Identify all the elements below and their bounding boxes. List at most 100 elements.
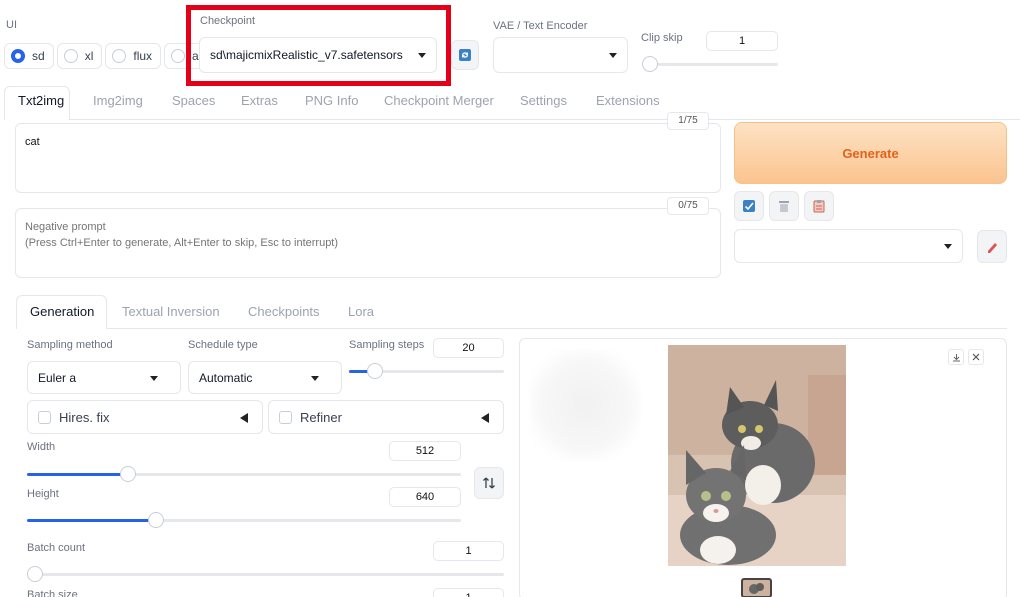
tab-spaces[interactable]: Spaces <box>172 93 215 108</box>
slider-thumb[interactable] <box>367 363 383 379</box>
hires-fix-label: Hires. fix <box>59 409 110 425</box>
vae-label: VAE / Text Encoder <box>493 20 588 32</box>
tab-png-info[interactable]: PNG Info <box>305 93 358 108</box>
schedule-type-dropdown[interactable]: Automatic <box>188 361 342 394</box>
height-slider[interactable] <box>27 512 461 528</box>
close-icon <box>972 353 980 361</box>
trash-icon <box>779 201 789 212</box>
sampling-method-dropdown[interactable]: Euler a <box>27 361 181 394</box>
subtab-lora[interactable]: Lora <box>348 304 374 319</box>
paste-button[interactable] <box>804 191 834 221</box>
width-input[interactable]: 512 <box>389 441 461 461</box>
refresh-checkpoint-button[interactable] <box>451 40 479 70</box>
radio-icon[interactable] <box>63 49 78 63</box>
subtab-textual-inversion[interactable]: Textual Inversion <box>122 304 220 319</box>
generate-button[interactable]: Generate <box>734 122 1007 184</box>
checkpoint-label: Checkpoint <box>200 15 256 27</box>
sampling-steps-label: Sampling steps <box>349 339 425 351</box>
width-slider[interactable] <box>27 466 461 482</box>
tab-divider <box>70 119 1020 120</box>
sampling-steps-slider[interactable] <box>349 363 504 379</box>
swap-icon <box>483 477 495 489</box>
apply-styles-button[interactable] <box>734 191 764 221</box>
slider-track <box>643 63 778 66</box>
download-image-button[interactable] <box>948 349 964 365</box>
subtab-divider <box>107 328 1007 329</box>
ui-option-sd[interactable]: sd <box>4 43 54 69</box>
subtab-generation[interactable]: Generation <box>30 304 94 319</box>
ui-radio-group: sd xl flux all <box>4 43 214 69</box>
cat-thumbnail-image <box>749 583 764 594</box>
sampling-method-label: Sampling method <box>27 339 113 351</box>
refiner-accordion[interactable]: Refiner <box>268 400 504 434</box>
image-placeholder-blur <box>530 350 640 460</box>
checkpoint-value: sd\majicmixRealistic_v7.safetensors <box>210 48 403 62</box>
ui-label: UI <box>6 19 17 31</box>
ui-option-flux[interactable]: flux <box>105 43 162 69</box>
clip-skip-label: Clip skip <box>641 32 683 44</box>
sampling-method-value: Euler a <box>38 370 77 385</box>
batch-count-label: Batch count <box>27 542 86 554</box>
generated-image[interactable] <box>668 345 846 566</box>
edit-styles-button[interactable] <box>977 230 1007 263</box>
pencil-icon <box>988 242 997 253</box>
tab-extras[interactable]: Extras <box>241 93 278 108</box>
tab-extensions[interactable]: Extensions <box>596 93 660 108</box>
tab-checkpoint-merger[interactable]: Checkpoint Merger <box>384 93 494 108</box>
slider-thumb[interactable] <box>642 56 658 72</box>
collapse-arrow-icon <box>481 413 489 423</box>
swap-dimensions-button[interactable] <box>474 467 504 499</box>
chevron-down-icon <box>311 375 319 381</box>
radio-icon[interactable] <box>112 49 127 63</box>
checkbox-icon <box>743 200 755 212</box>
chevron-down-icon <box>150 375 158 381</box>
refiner-label: Refiner <box>300 409 342 425</box>
clip-skip-input[interactable]: 1 <box>706 31 778 51</box>
hires-fix-checkbox[interactable] <box>38 410 51 424</box>
slider-fill <box>27 519 156 522</box>
tab-settings[interactable]: Settings <box>520 93 567 108</box>
refresh-icon <box>459 49 471 61</box>
schedule-type-label: Schedule type <box>188 339 258 351</box>
styles-dropdown[interactable] <box>734 229 963 263</box>
generated-cat-image <box>668 345 846 566</box>
close-image-button[interactable] <box>968 349 984 365</box>
image-thumbnail[interactable] <box>741 578 772 597</box>
negative-prompt-input[interactable] <box>15 208 721 278</box>
prompt-input[interactable] <box>15 123 721 193</box>
height-input[interactable]: 640 <box>389 487 461 507</box>
clip-skip-slider[interactable] <box>642 56 778 72</box>
slider-thumb[interactable] <box>148 512 164 528</box>
chevron-down-icon <box>944 244 952 249</box>
collapse-arrow-icon <box>240 413 248 423</box>
clipboard-icon <box>813 200 825 213</box>
schedule-type-value: Automatic <box>199 370 253 385</box>
sampling-steps-input[interactable]: 20 <box>433 338 504 358</box>
height-label: Height <box>27 488 59 500</box>
subtab-checkpoints[interactable]: Checkpoints <box>248 304 320 319</box>
batch-size-input[interactable]: 1 <box>433 588 504 597</box>
batch-count-input[interactable]: 1 <box>433 541 504 561</box>
clear-button[interactable] <box>769 191 799 221</box>
chevron-down-icon <box>609 53 617 58</box>
vae-dropdown[interactable] <box>493 37 628 73</box>
slider-thumb[interactable] <box>27 566 43 582</box>
slider-track <box>27 573 504 576</box>
chevron-down-icon <box>418 53 426 58</box>
tab-img2img[interactable]: Img2img <box>93 93 143 108</box>
tab-txt2img[interactable]: Txt2img <box>18 93 64 108</box>
slider-fill <box>27 473 128 476</box>
batch-size-label: Batch size <box>27 589 78 597</box>
ui-option-xl[interactable]: xl <box>56 43 103 69</box>
batch-count-slider[interactable] <box>27 566 504 582</box>
radio-icon[interactable] <box>171 49 186 63</box>
negative-prompt-token-counter: 0/75 <box>667 197 709 215</box>
refiner-checkbox[interactable] <box>279 410 292 424</box>
width-label: Width <box>27 441 56 453</box>
radio-icon[interactable] <box>11 49 25 63</box>
slider-thumb[interactable] <box>120 466 136 482</box>
prompt-token-counter: 1/75 <box>667 112 709 130</box>
checkpoint-dropdown[interactable]: sd\majicmixRealistic_v7.safetensors <box>199 37 437 73</box>
download-icon <box>952 353 960 361</box>
hires-fix-accordion[interactable]: Hires. fix <box>27 400 263 434</box>
